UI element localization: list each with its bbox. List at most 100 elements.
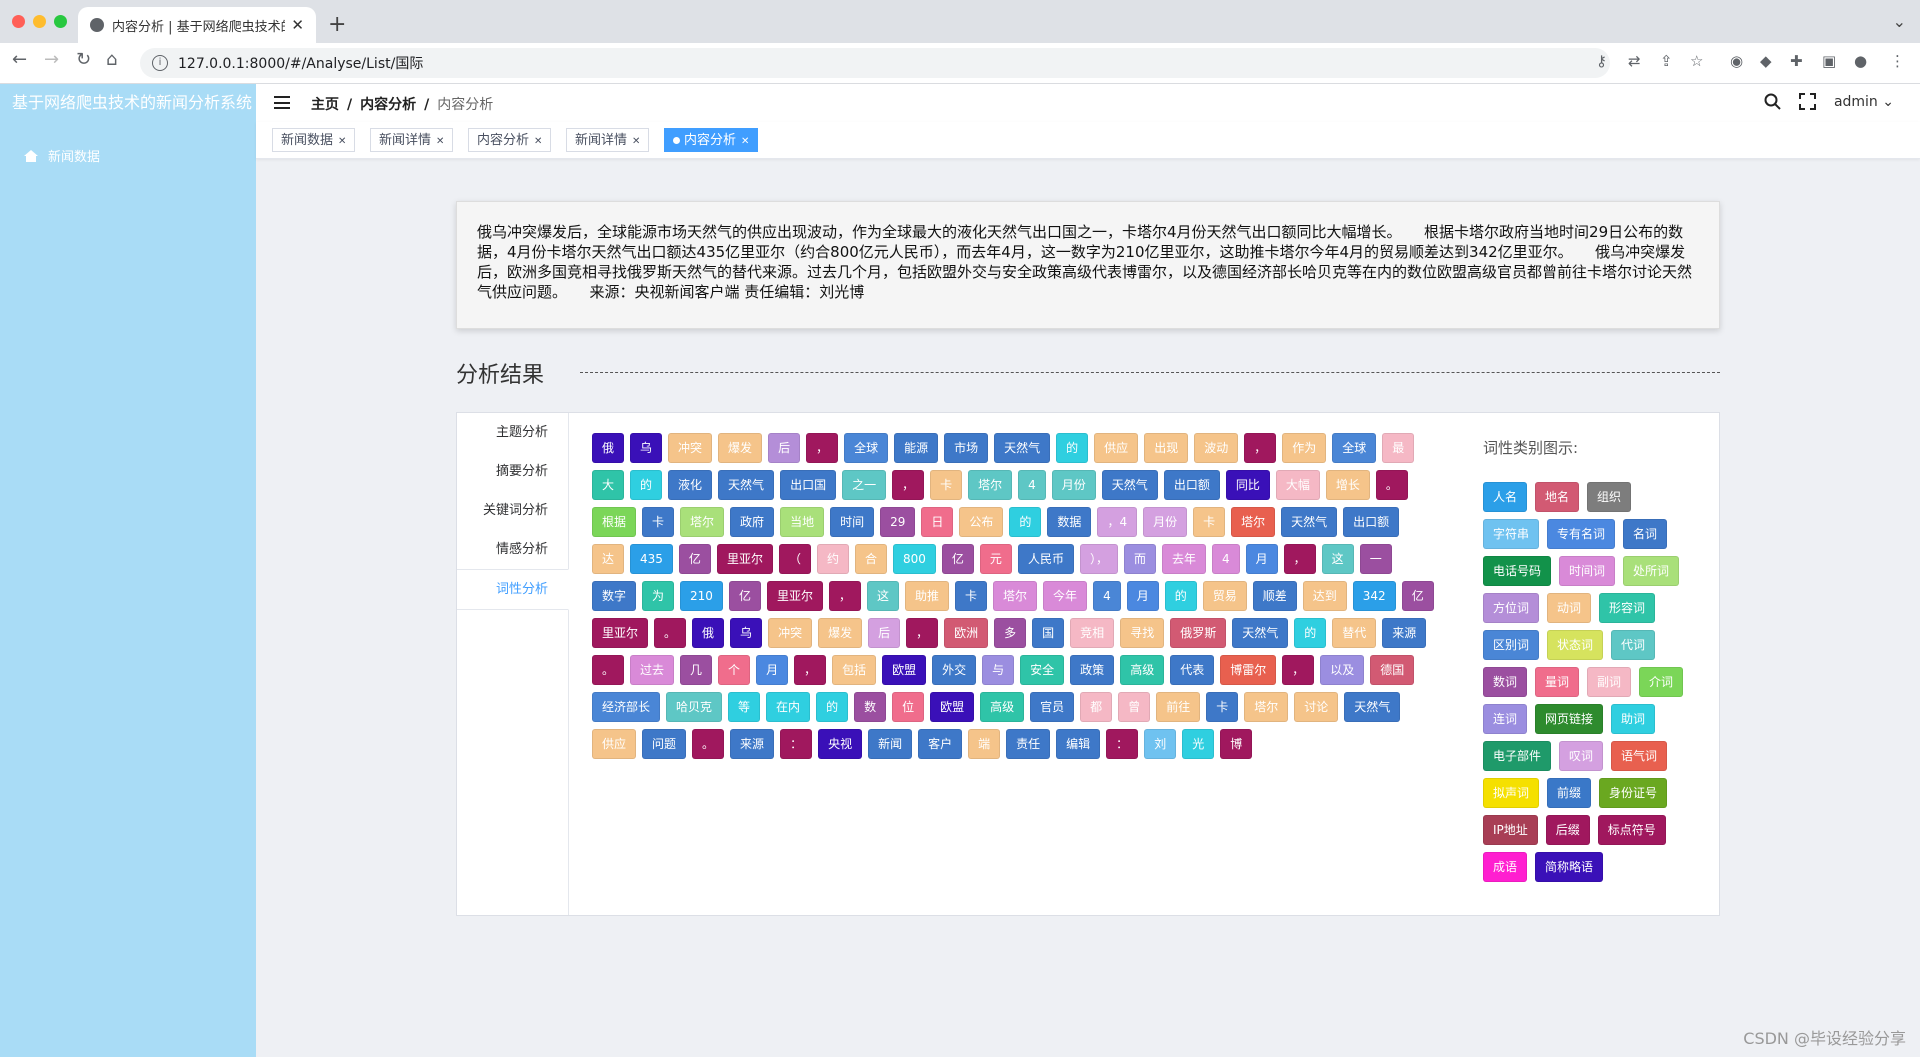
search-icon[interactable] (1764, 93, 1781, 110)
token-chip: 光 (1182, 729, 1215, 759)
translate-icon[interactable]: ⇄ (1628, 52, 1641, 70)
tag-view-item[interactable]: 新闻数据 ✕ (272, 128, 356, 152)
token-chip: ， (1283, 544, 1316, 574)
tab-keyword-analysis[interactable]: 关键词分析 (457, 491, 568, 530)
tag-view-item[interactable]: 新闻详情 ✕ (566, 128, 650, 152)
sidepanel-icon[interactable]: ▣ (1822, 52, 1836, 70)
token-chip: 高级 (980, 692, 1025, 722)
token-chip: 乌 (630, 433, 663, 463)
token-chip: 的 (630, 470, 663, 500)
key-icon[interactable]: ⚷ (1596, 52, 1607, 70)
token-chip: 来源 (730, 729, 775, 759)
token-chip: 的 (1056, 433, 1089, 463)
token-chip: 时间 (830, 507, 875, 537)
tab-pos-analysis[interactable]: 词性分析 (457, 569, 569, 610)
close-tab-icon[interactable]: ✕ (291, 16, 304, 34)
browser-tab[interactable]: 内容分析 | 基于网络爬虫技术的新 ✕ (78, 7, 316, 43)
token-chip: 曾 (1118, 692, 1151, 722)
token-chip: ， (906, 618, 939, 648)
browser-tab-strip: 内容分析 | 基于网络爬虫技术的新 ✕ + ⌄ (0, 0, 1920, 43)
close-icon[interactable]: ✕ (436, 136, 444, 147)
token-chip: 。 (692, 729, 725, 759)
token-chip: 增长 (1325, 470, 1370, 500)
close-icon[interactable]: ✕ (534, 136, 542, 147)
token-chip: 月 (1126, 581, 1159, 611)
tag-view-item[interactable]: 新闻详情 ✕ (370, 128, 454, 152)
token-chip: 4 (1093, 581, 1121, 611)
back-icon[interactable]: ← (12, 49, 27, 70)
token-chip: 为 (642, 581, 675, 611)
token-chip: 央视 (818, 729, 863, 759)
token-chip: ， (1282, 655, 1315, 685)
new-tab-icon[interactable]: + (328, 12, 346, 37)
token-chip: ， (828, 581, 861, 611)
token-chip: 市场 (944, 433, 989, 463)
tab-topic-analysis[interactable]: 主题分析 (457, 413, 568, 452)
legend-tag: 网页链接 (1535, 704, 1604, 734)
sidebar-item-news-data[interactable]: 新闻数据 (0, 146, 256, 165)
token-chip: 里亚尔 (766, 581, 823, 611)
token-chip: 的 (1294, 618, 1327, 648)
close-icon[interactable]: ✕ (632, 136, 640, 147)
chevron-down-icon[interactable]: ⌄ (1893, 12, 1906, 31)
token-chip: 顺差 (1252, 581, 1297, 611)
hamburger-icon[interactable] (274, 96, 290, 109)
reload-icon[interactable]: ↻ (76, 49, 91, 70)
watermark: CSDN @毕设经验分享 (1743, 1029, 1906, 1048)
token-chip: 与 (982, 655, 1015, 685)
close-icon[interactable]: ✕ (741, 136, 749, 147)
token-chip: 大 (592, 470, 625, 500)
window-controls (12, 15, 67, 28)
puzzle-icon[interactable]: ✚ (1790, 52, 1803, 70)
share-icon[interactable]: ⇪ (1660, 52, 1673, 70)
forward-icon[interactable]: → (44, 49, 59, 70)
minimize-window-button[interactable] (33, 15, 46, 28)
maximize-window-button[interactable] (54, 15, 67, 28)
token-chip: 里亚尔 (592, 618, 649, 648)
token-chip: 。 (654, 618, 687, 648)
token-chip: 贸易 (1202, 581, 1247, 611)
address-bar[interactable]: i 127.0.0.1:8000/#/Analyse/List/国际 (140, 48, 1610, 78)
tags-view: 新闻数据 ✕ 新闻详情 ✕ 内容分析 ✕ 新闻详情 ✕ 内容分析 ✕ (256, 122, 1920, 159)
extension-icon[interactable]: ◆ (1760, 52, 1772, 70)
token-chip: 博雷尔 (1220, 655, 1277, 685)
legend-tag: 连词 (1483, 704, 1528, 734)
token-chip: 卡 (955, 581, 988, 611)
token-chip: 全球 (844, 433, 889, 463)
tab-summary-analysis[interactable]: 摘要分析 (457, 452, 568, 491)
token-chip: 客户 (918, 729, 963, 759)
legend-tag: 专有名词 (1547, 519, 1616, 549)
fullscreen-icon[interactable] (1798, 93, 1816, 110)
kebab-menu-icon[interactable]: ⋮ (1890, 52, 1905, 70)
legend-tag: 介词 (1639, 667, 1684, 697)
token-chip: 端 (968, 729, 1001, 759)
breadcrumb-item[interactable]: 内容分析 (360, 97, 416, 113)
extension-icon[interactable]: ◉ (1730, 52, 1743, 70)
tag-view-item-active[interactable]: 内容分析 ✕ (664, 128, 759, 152)
token-chip: 讨论 (1294, 692, 1339, 722)
legend-tag: 数词 (1483, 667, 1528, 697)
legend-tag: 人名 (1483, 482, 1528, 512)
tag-label: 内容分析 (684, 133, 737, 148)
bookmark-star-icon[interactable]: ☆ (1690, 52, 1703, 70)
close-icon[interactable]: ✕ (338, 136, 346, 147)
legend-tag: 字符串 (1483, 519, 1540, 549)
token-chip: 的 (816, 692, 849, 722)
token-chip: 个 (718, 655, 751, 685)
user-menu[interactable]: admin ⌄ (1834, 94, 1894, 110)
tab-sentiment-analysis[interactable]: 情感分析 (457, 530, 568, 569)
token-chip: 。 (1375, 470, 1408, 500)
token-chip: 塔尔 (680, 507, 725, 537)
token-chip: 都 (1080, 692, 1113, 722)
info-icon[interactable]: i (152, 55, 168, 71)
token-chip: ： (1106, 729, 1139, 759)
token-chip: 卡 (642, 507, 675, 537)
home-icon[interactable]: ⌂ (106, 49, 117, 70)
breadcrumb-home[interactable]: 主页 (311, 97, 339, 113)
profile-icon[interactable]: ● (1854, 52, 1867, 70)
token-chip: 342 (1352, 581, 1396, 611)
browser-toolbar: ← → ↻ ⌂ i 127.0.0.1:8000/#/Analyse/List/… (0, 43, 1920, 84)
token-chip: 波动 (1194, 433, 1239, 463)
tag-view-item[interactable]: 内容分析 ✕ (468, 128, 552, 152)
close-window-button[interactable] (12, 15, 25, 28)
